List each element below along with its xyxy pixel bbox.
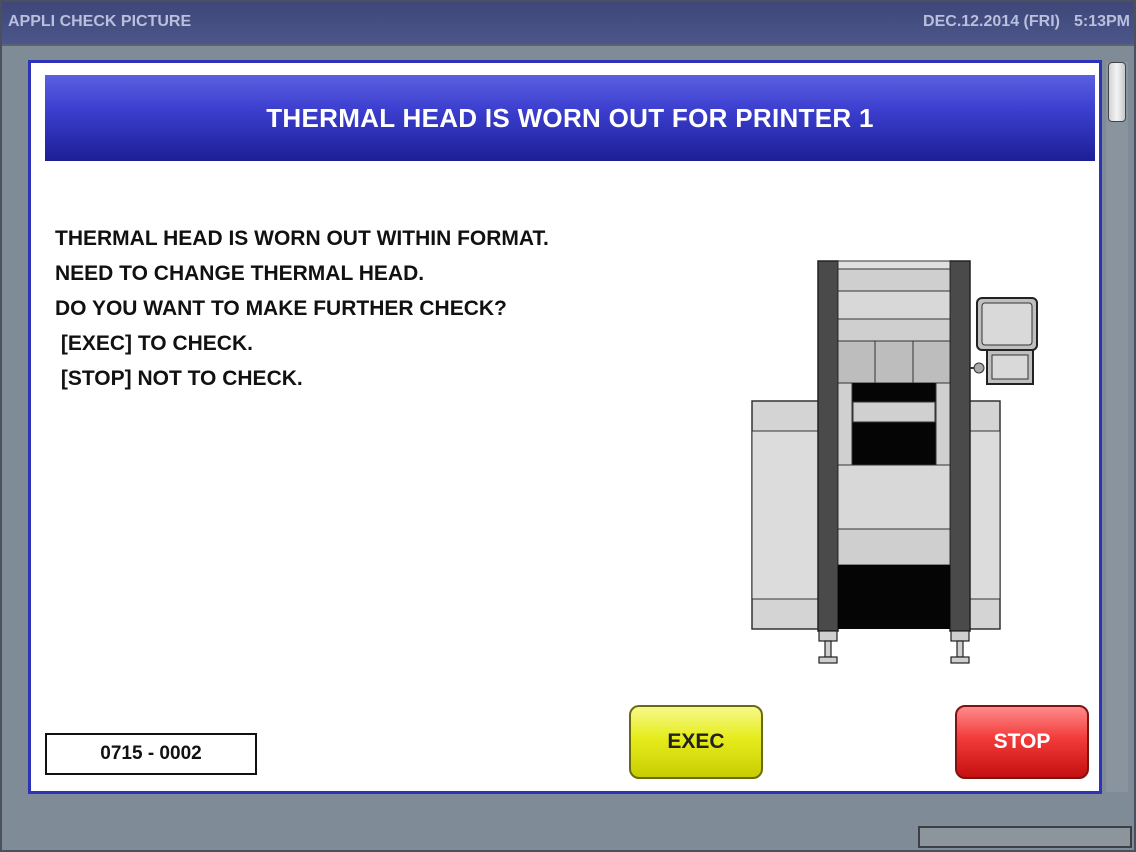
datetime-display: DEC.12.2014 (FRI) 5:13PM — [909, 13, 1130, 31]
status-bar-slot — [918, 826, 1132, 848]
message-line: THERMAL HEAD IS WORN OUT WITHIN FORMAT. — [55, 227, 549, 250]
exec-button[interactable]: EXEC — [629, 705, 763, 779]
dialog-header: THERMAL HEAD IS WORN OUT FOR PRINTER 1 — [45, 75, 1095, 161]
time-label: 5:13PM — [1073, 13, 1130, 30]
title-separator — [0, 44, 1136, 46]
printer-machine-icon — [751, 260, 1038, 664]
title-bar: APPLI CHECK PICTURE DEC.12.2014 (FRI) 5:1… — [0, 0, 1136, 44]
message-line: DO YOU WANT TO MAKE FURTHER CHECK? — [55, 297, 507, 320]
date-label: DEC.12.2014 (FRI) — [923, 13, 1060, 30]
message-line: NEED TO CHANGE THERMAL HEAD. — [55, 262, 425, 285]
message-text: THERMAL HEAD IS WORN OUT WITHIN FORMAT. … — [55, 221, 549, 396]
message-line: [EXEC] TO CHECK. — [55, 332, 253, 355]
app-title: APPLI CHECK PICTURE — [8, 13, 192, 30]
alert-dialog: THERMAL HEAD IS WORN OUT FOR PRINTER 1 T… — [28, 60, 1102, 794]
scrollbar-thumb[interactable] — [1108, 62, 1126, 122]
error-code: 0715 - 0002 — [45, 733, 257, 775]
scrollbar-track[interactable] — [1106, 62, 1128, 792]
stop-button[interactable]: STOP — [955, 705, 1089, 779]
message-line: [STOP] NOT TO CHECK. — [55, 367, 303, 390]
